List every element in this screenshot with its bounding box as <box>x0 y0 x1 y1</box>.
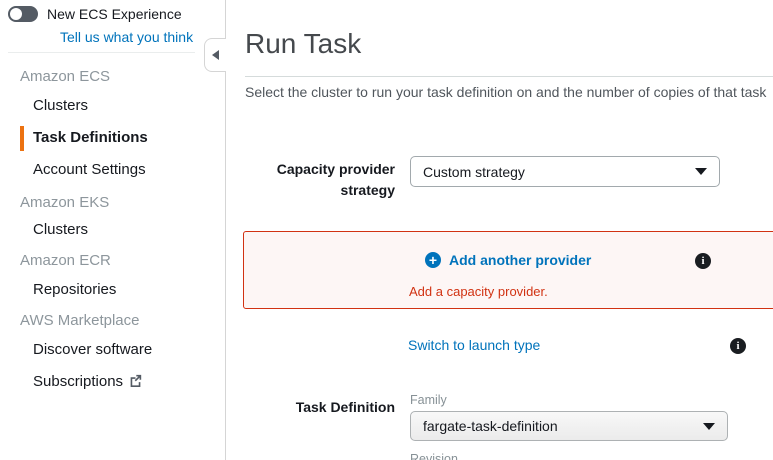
new-ecs-experience-label: New ECS Experience <box>47 6 182 22</box>
capacity-provider-error-box: + Add another provider i Add a capacity … <box>243 231 773 309</box>
add-icon: + <box>425 252 441 268</box>
sidebar-item-subscriptions[interactable]: Subscriptions <box>33 373 142 391</box>
add-another-provider-button[interactable]: + Add another provider <box>425 252 591 268</box>
sidebar-item-discover-software[interactable]: Discover software <box>33 341 152 358</box>
sidebar-item-task-definitions[interactable]: Task Definitions <box>33 129 148 146</box>
select-value: fargate-task-definition <box>423 418 558 434</box>
sidebar-item-repositories[interactable]: Repositories <box>33 281 116 298</box>
sidebar-divider <box>8 52 195 53</box>
switch-to-launch-type-link[interactable]: Switch to launch type <box>408 337 540 353</box>
section-header-amazon-ecs: Amazon ECS <box>20 68 110 85</box>
task-definition-label: Task Definition <box>245 397 395 418</box>
page-description: Select the cluster to run your task defi… <box>245 84 773 100</box>
select-value: Custom strategy <box>423 164 525 180</box>
sidebar-item-eks-clusters[interactable]: Clusters <box>33 221 88 238</box>
section-header-amazon-eks: Amazon EKS <box>20 194 109 211</box>
caret-down-icon <box>703 423 715 430</box>
page-title: Run Task <box>245 28 361 60</box>
caret-down-icon <box>695 168 707 175</box>
info-icon[interactable]: i <box>695 253 711 269</box>
task-definition-family-select[interactable]: fargate-task-definition <box>410 411 728 441</box>
main-content: Run Task Select the cluster to run your … <box>226 0 773 460</box>
ecs-run-task-page: New ECS Experience Tell us what you thin… <box>0 0 773 460</box>
new-ecs-experience-toggle[interactable] <box>8 6 38 22</box>
sidebar: New ECS Experience Tell us what you thin… <box>0 0 226 460</box>
feedback-link[interactable]: Tell us what you think <box>60 29 193 45</box>
collapse-sidebar-button[interactable] <box>204 38 226 72</box>
revision-label: Revision <box>410 452 458 460</box>
external-link-icon <box>129 374 142 391</box>
capacity-provider-strategy-label: Capacity provider strategy <box>245 159 395 201</box>
sidebar-item-account-settings[interactable]: Account Settings <box>33 161 146 178</box>
section-header-aws-marketplace: AWS Marketplace <box>20 312 139 329</box>
chevron-left-icon <box>212 50 219 60</box>
toggle-knob <box>10 8 22 20</box>
sidebar-item-label: Subscriptions <box>33 373 123 390</box>
sidebar-item-ecs-clusters[interactable]: Clusters <box>33 97 88 114</box>
capacity-provider-error-message: Add a capacity provider. <box>409 284 548 299</box>
title-divider <box>245 76 773 77</box>
active-item-indicator <box>20 126 24 151</box>
add-another-provider-label: Add another provider <box>449 252 591 268</box>
section-header-amazon-ecr: Amazon ECR <box>20 252 111 269</box>
family-label: Family <box>410 393 447 407</box>
info-icon[interactable]: i <box>730 338 746 354</box>
capacity-provider-strategy-select[interactable]: Custom strategy <box>410 156 720 187</box>
